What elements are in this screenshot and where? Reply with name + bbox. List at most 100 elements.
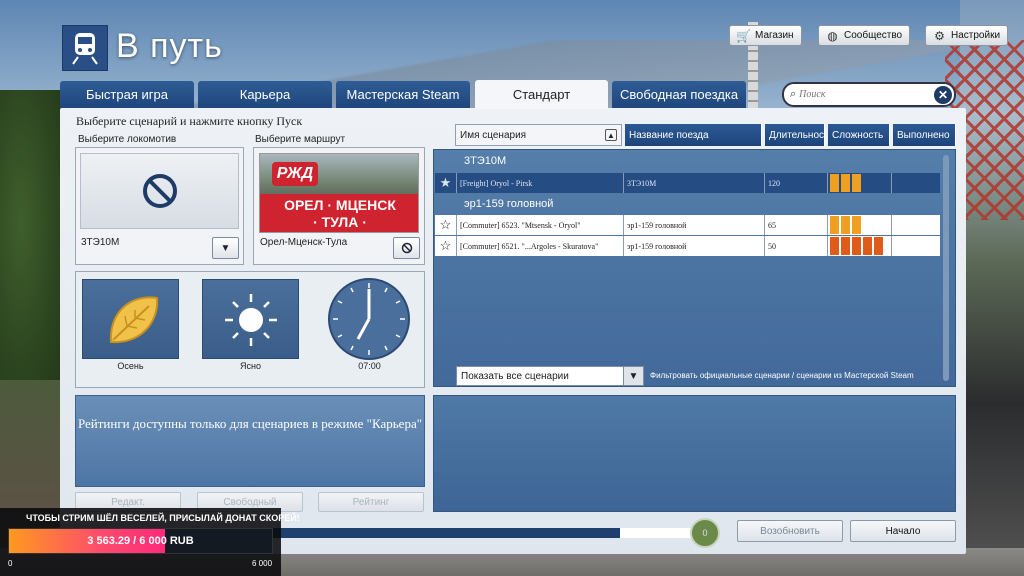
time-selector[interactable] bbox=[326, 277, 412, 361]
sun-icon bbox=[225, 294, 277, 346]
settings-button[interactable]: ⚙ Настройки bbox=[925, 25, 1009, 46]
route-label: Выберите маршрут bbox=[255, 134, 346, 145]
season-label: Осень bbox=[117, 361, 144, 371]
community-button[interactable]: ◍ Сообщество bbox=[818, 25, 911, 46]
route-banner-line1: ОРЕЛ · МЦЕНСК bbox=[284, 197, 396, 213]
scenario-filter-value: Показать все сценарии bbox=[461, 370, 569, 382]
star-outline-icon[interactable]: ☆ bbox=[435, 215, 457, 235]
difficulty-pip bbox=[863, 237, 872, 255]
difficulty-pip bbox=[852, 237, 861, 255]
locomotive-name: 3ТЭ10М bbox=[81, 237, 120, 248]
rzd-logo: РЖД bbox=[272, 162, 318, 186]
shop-label: Магазин bbox=[755, 30, 794, 41]
star-icon[interactable]: ★ bbox=[435, 173, 457, 193]
instruction-text: Выберите сценарий и нажмите кнопку Пуск bbox=[76, 114, 303, 128]
column-header-train[interactable]: Название поезда bbox=[625, 124, 762, 146]
column-header-duration[interactable]: Длительнос bbox=[765, 124, 825, 146]
table-scrollbar[interactable] bbox=[943, 155, 949, 381]
difficulty-bar bbox=[828, 236, 892, 256]
difficulty-pip bbox=[830, 174, 839, 192]
locomotive-image bbox=[80, 153, 239, 229]
column-header-difficulty[interactable]: Сложность bbox=[828, 124, 890, 146]
train-name: 3ТЭ10М bbox=[624, 173, 765, 193]
difficulty-bar bbox=[828, 173, 892, 193]
difficulty-pip bbox=[841, 237, 850, 255]
start-button[interactable]: Начало bbox=[850, 520, 956, 542]
tab-steam-workshop[interactable]: Мастерская Steam bbox=[336, 81, 470, 108]
train-name: эр1-159 головной bbox=[624, 215, 765, 235]
group-header: 3ТЭ10М bbox=[464, 155, 507, 167]
star-outline-icon[interactable]: ☆ bbox=[435, 236, 457, 256]
column-header-scenario[interactable]: Имя сценария ▲ bbox=[455, 124, 622, 146]
weather-tile[interactable] bbox=[202, 279, 299, 359]
page-title: В путь bbox=[116, 27, 223, 65]
weather-label: Ясно bbox=[240, 361, 261, 371]
filter-note: Фильтровать официальные сценарии / сцена… bbox=[650, 371, 914, 380]
donation-min: 0 bbox=[8, 559, 13, 568]
column-header-completed[interactable]: Выполнено bbox=[893, 124, 956, 146]
tab-career[interactable]: Карьера bbox=[198, 81, 332, 108]
scenario-name: [Commuter] 6523. "Mtsensk - Oryol" bbox=[457, 215, 624, 235]
difficulty-pip bbox=[841, 174, 850, 192]
difficulty-pip bbox=[852, 216, 861, 234]
cart-icon: 🛒 bbox=[736, 28, 751, 43]
difficulty-pip bbox=[874, 237, 883, 255]
difficulty-pip bbox=[830, 237, 839, 255]
train-icon bbox=[62, 25, 108, 71]
route-image: РЖД ОРЕЛ · МЦЕНСК · ТУЛА · bbox=[259, 153, 419, 233]
difficulty-pip bbox=[841, 216, 850, 234]
tab-free-roam[interactable]: Свободная поездка bbox=[612, 81, 746, 108]
table-row[interactable]: ☆ [Commuter] 6523. "Mtsensk - Oryol" эр1… bbox=[435, 215, 940, 235]
route-name: Орел-Мценск-Тула bbox=[260, 237, 348, 248]
scenario-description bbox=[433, 395, 956, 512]
difficulty-pip bbox=[852, 174, 861, 192]
time-label: 07:00 bbox=[358, 361, 381, 371]
table-row[interactable]: ☆ [Commuter] 6521. "...Argoles - Skurato… bbox=[435, 236, 940, 256]
rating-note: Рейтинги доступны только для сценариев в… bbox=[75, 395, 425, 487]
gear-icon: ⚙ bbox=[934, 28, 945, 43]
donation-max: 6 000 bbox=[252, 559, 273, 568]
duration: 120 bbox=[765, 173, 828, 193]
community-label: Сообщество bbox=[844, 30, 903, 41]
route-clear-button[interactable] bbox=[393, 237, 420, 259]
completed bbox=[892, 173, 940, 193]
chevron-up-icon: ▲ bbox=[605, 129, 617, 141]
table-row[interactable]: ★ [Freight] Oryol - Pirsk 3ТЭ10М 120 bbox=[435, 173, 940, 193]
duration: 50 bbox=[765, 236, 828, 256]
progress-fill bbox=[620, 528, 700, 538]
scenario-filter-select[interactable]: Показать все сценарии ▼ bbox=[456, 366, 644, 386]
group-header: эр1-159 головной bbox=[464, 198, 554, 210]
donation-value: 3 563.29 / 6 000 RUB bbox=[87, 535, 194, 547]
duration: 65 bbox=[765, 215, 828, 235]
filter-icon[interactable]: ▼ bbox=[212, 237, 239, 259]
settings-label: Настройки bbox=[951, 30, 1001, 41]
search-icon: ⌕ bbox=[790, 88, 797, 100]
scenario-name: [Commuter] 6521. "...Argoles - Skuratova… bbox=[457, 236, 624, 256]
shop-button[interactable]: 🛒 Магазин bbox=[729, 25, 802, 46]
leaf-icon bbox=[109, 296, 159, 344]
globe-icon: ◍ bbox=[827, 28, 838, 43]
search-box: ⌕ ✕ bbox=[782, 82, 956, 107]
difficulty-bar bbox=[828, 215, 892, 235]
progress-knob[interactable]: 0 bbox=[690, 518, 720, 548]
tab-standard[interactable]: Стандарт bbox=[475, 80, 608, 109]
rating-button[interactable]: Рейтинг bbox=[318, 492, 424, 512]
chevron-down-icon: ▼ bbox=[623, 367, 643, 385]
scenario-name: [Freight] Oryol - Pirsk bbox=[457, 173, 624, 193]
train-name: эр1-159 головной bbox=[624, 236, 765, 256]
difficulty-pip bbox=[830, 216, 839, 234]
donation-message: ЧТОБЫ СТРИМ ШЁЛ ВЕСЕЛЕЙ, ПРИСЫЛАЙ ДОНАТ … bbox=[26, 513, 300, 523]
tab-quick-game[interactable]: Быстрая игра bbox=[60, 81, 194, 108]
season-tile[interactable] bbox=[82, 279, 179, 359]
completed bbox=[892, 215, 940, 235]
search-input[interactable] bbox=[799, 89, 930, 100]
resume-button[interactable]: Возобновить bbox=[737, 520, 843, 542]
route-banner: ОРЕЛ · МЦЕНСК · ТУЛА · bbox=[260, 194, 418, 232]
route-banner-line2: · ТУЛА · bbox=[313, 214, 367, 230]
column-header-scenario-label: Имя сценария bbox=[460, 129, 527, 141]
no-entry-small-icon bbox=[401, 242, 412, 254]
no-entry-icon bbox=[142, 174, 177, 208]
environment-panel: Осень Ясно 07:00 bbox=[75, 271, 425, 388]
locomotive-label: Выберите локомотив bbox=[78, 134, 177, 145]
close-icon[interactable]: ✕ bbox=[934, 86, 952, 104]
